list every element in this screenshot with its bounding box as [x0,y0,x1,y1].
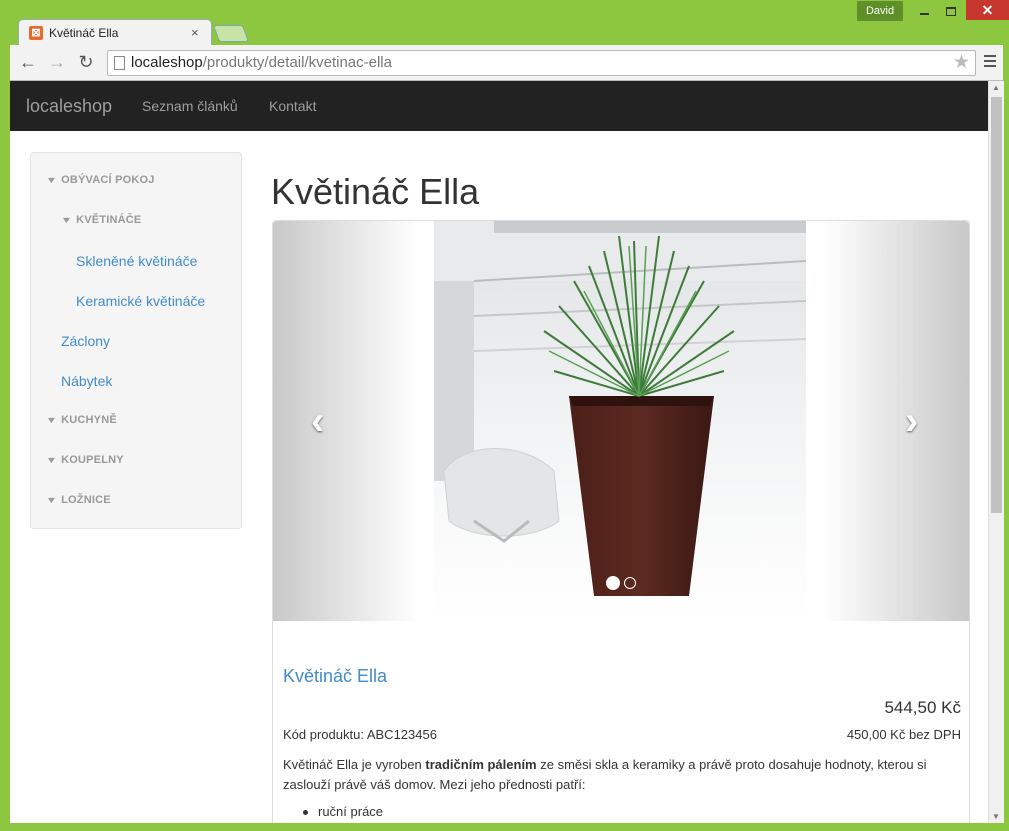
browser-toolbar: ← → ↻ localeshop/produkty/detail/kvetina… [10,45,1003,81]
carousel-next-area[interactable] [807,221,969,621]
feature-list: ruční práce [303,804,383,819]
scroll-down-icon[interactable]: ▼ [992,812,1000,821]
forward-arrow-icon: → [48,52,66,72]
sidebar-item-bathrooms[interactable]: ▼ KOUPELNY [45,454,124,466]
sidebar-item-planters[interactable]: ▼ KVĚTINÁČE [60,214,142,226]
desc-bold: tradičním pálením [425,757,537,772]
vertical-scrollbar[interactable]: ▲ ▼ [988,81,1004,823]
sidebar-item-living-room[interactable]: ▼ OBÝVACÍ POKOJ [45,174,155,186]
url-host: localeshop [131,54,203,71]
url-path: /produkty/detail/kvetinac-ella [202,54,392,71]
carousel-indicator-1[interactable] [606,575,620,590]
product-name-link[interactable]: Květináč Ella [283,666,387,687]
page-icon [114,56,125,70]
maximize-icon [946,6,956,16]
sidebar-item-bedroom[interactable]: ▼ LOŽNICE [45,494,111,506]
address-bar[interactable]: localeshop/produkty/detail/kvetinac-ella… [107,50,976,76]
sidebar-item-label: KOUPELNY [61,454,124,466]
page-title: Květináč Ella [271,171,480,212]
product-price-net: 450,00 Kč bez DPH [846,727,961,742]
carousel-indicator-2[interactable] [624,576,636,589]
sidebar-item-label: OBÝVACÍ POKOJ [61,174,155,186]
new-tab-button[interactable] [212,25,250,42]
feature-label: ruční práce [318,804,384,819]
back-button[interactable]: ← [17,51,39,73]
reload-icon: ↻ [78,52,94,72]
product-description: Květináč Ella je vyroben tradičním pálen… [283,755,963,795]
chevron-down-icon: ▼ [45,415,58,425]
tab-title: Květináč Ella [49,26,119,40]
sidebar-item-glass-planters[interactable]: Skleněné květináče [76,253,197,269]
page-viewport: localeshop Seznam článků Kontakt ▼ OBÝVAC… [10,81,988,823]
minimize-icon [919,13,929,16]
brand-link[interactable]: localeshop [26,96,112,117]
category-sidebar: ▼ OBÝVACÍ POKOJ ▼ KVĚTINÁČE Skleněné květi… [30,152,242,529]
favicon-icon: ⊠ [29,26,43,40]
sidebar-item-curtains[interactable]: Záclony [61,333,110,349]
sidebar-item-ceramic-planters[interactable]: Keramické květináče [76,293,205,309]
product-code: Kód produktu: ABC123456 [283,727,437,742]
sidebar-item-furniture[interactable]: Nábytek [61,373,112,389]
reload-button[interactable]: ↻ [75,51,97,73]
back-arrow-icon: ← [19,52,37,72]
forward-button[interactable]: → [46,51,68,73]
browser-menu-button[interactable] [980,52,1000,72]
carousel-prev-icon[interactable]: ‹ [311,399,324,444]
bullet-icon [303,810,308,816]
close-window-button[interactable]: ✕ [966,0,1009,20]
product-carousel[interactable]: ‹ › [273,221,969,621]
chevron-down-icon: ▼ [45,455,58,465]
tab-close-icon[interactable]: × [191,25,199,40]
carousel-prev-area[interactable] [273,221,435,621]
bookmark-star-icon[interactable]: ★ [953,51,970,74]
user-badge[interactable]: David [857,1,903,21]
nav-link-contact[interactable]: Kontakt [269,98,316,114]
sidebar-item-label: KUCHYNĚ [61,414,117,426]
url-text[interactable]: localeshop/produkty/detail/kvetinac-ella [131,54,392,71]
carousel-indicators [606,574,640,592]
nav-link-articles[interactable]: Seznam článků [142,98,238,114]
chevron-down-icon: ▼ [45,175,58,185]
list-item: ruční práce [303,804,383,819]
sidebar-item-kitchen[interactable]: ▼ KUCHYNĚ [45,414,117,426]
site-navbar: localeshop Seznam článků Kontakt [10,81,988,131]
minimize-button[interactable] [910,0,938,20]
product-price: 544,50 Kč [884,698,961,717]
product-panel: ‹ › Květináč Ella 544,50 Kč Kód produktu… [272,220,970,823]
product-image [434,221,806,621]
browser-window: David ✕ ⊠ Květináč Ella × ← → ↻ localesh… [0,0,1009,831]
close-icon: ✕ [981,2,994,18]
sidebar-item-label: KVĚTINÁČE [76,214,142,226]
desc-text: Květináč Ella je vyroben [283,757,426,772]
sidebar-item-label: LOŽNICE [61,494,111,506]
browser-tab[interactable]: ⊠ Květináč Ella × [18,19,212,47]
chevron-down-icon: ▼ [45,495,58,505]
chevron-down-icon: ▼ [60,215,73,225]
scroll-thumb[interactable] [991,97,1002,513]
maximize-button[interactable] [938,0,964,20]
carousel-next-icon[interactable]: › [905,399,918,444]
scroll-up-icon[interactable]: ▲ [992,83,1000,92]
